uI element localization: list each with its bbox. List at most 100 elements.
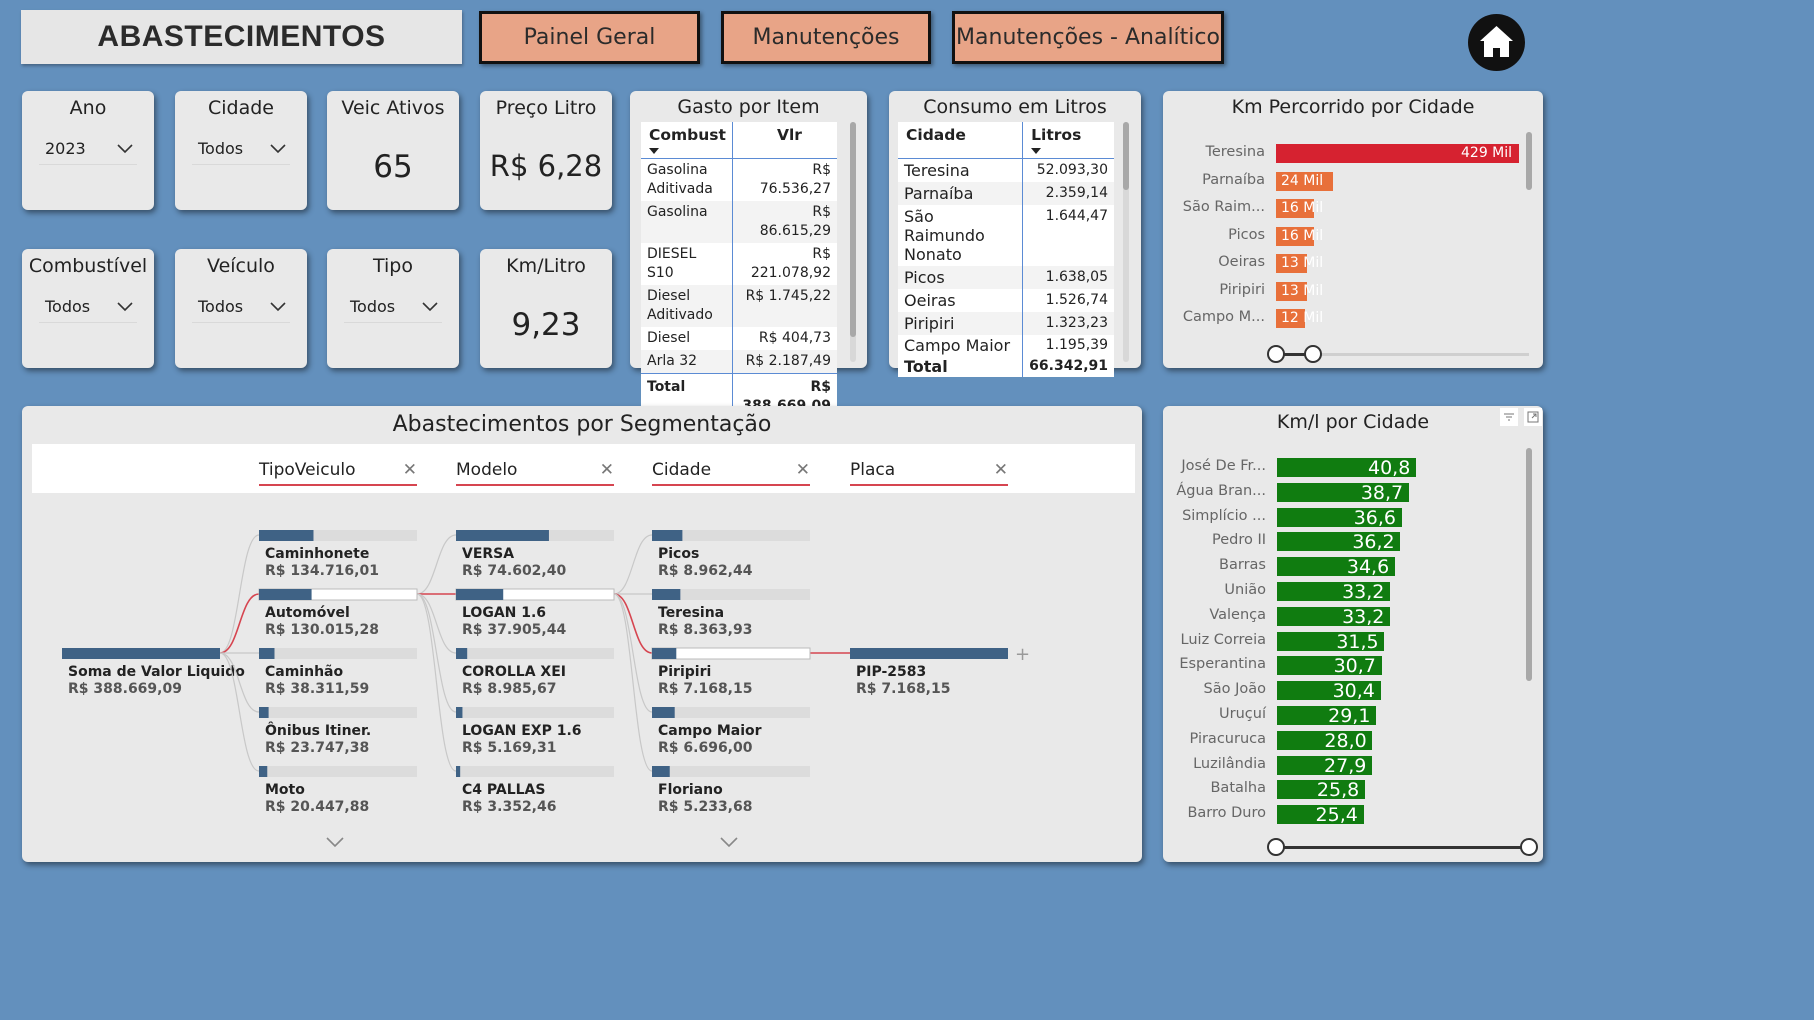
node-bar[interactable] (652, 648, 677, 659)
tree-connector (613, 593, 653, 713)
node-bar[interactable] (652, 589, 681, 600)
node-label: Ônibus Itiner. (265, 721, 371, 739)
kml-bar-label: São João (1203, 681, 1266, 698)
kml-bar-label: Luzilândia (1193, 755, 1266, 772)
node-label: Caminhonete (265, 546, 369, 562)
kml-bar-value: 40,8 (1368, 457, 1411, 479)
node-value: R$ 8.962,44 (658, 563, 753, 579)
node-label: Moto (265, 782, 305, 798)
node-value: R$ 20.447,88 (265, 799, 369, 815)
kml-bar-label: Barras (1219, 557, 1266, 574)
kml-bar-label: Barro Duro (1187, 805, 1266, 822)
node-bar[interactable] (456, 766, 461, 777)
chevron-down-icon[interactable] (326, 837, 344, 848)
node-bar[interactable] (652, 707, 675, 718)
kml-bar-label: União (1224, 582, 1266, 598)
tree-connector (416, 593, 457, 772)
range-slider-handle-start[interactable] (1267, 838, 1285, 856)
node-value: R$ 130.015,28 (265, 622, 379, 638)
node-bar[interactable] (456, 530, 549, 541)
node-label: Piripiri (658, 664, 711, 680)
node-label: Picos (658, 546, 699, 562)
node-value: R$ 8.363,93 (658, 622, 752, 638)
node-bar[interactable] (652, 530, 683, 541)
kml-bar-value: 33,2 (1342, 605, 1385, 628)
node-value: R$ 134.716,01 (265, 563, 379, 579)
node-label: Caminhão (265, 664, 343, 680)
tree-connector (219, 534, 260, 654)
kml-bar-value: 30,4 (1332, 680, 1375, 703)
node-bar[interactable] (456, 707, 463, 718)
kml-bar-value: 25,8 (1316, 779, 1360, 802)
filter-icon[interactable] (1500, 408, 1518, 426)
kml-bar-value: 36,2 (1352, 531, 1395, 554)
root-label: Soma de Valor Liquido (68, 664, 245, 680)
kml-cidade-title: Km/l por Cidade (1276, 411, 1430, 433)
node-value: R$ 7.168,15 (658, 681, 752, 697)
chevron-down-icon[interactable] (720, 837, 738, 848)
range-slider-track[interactable] (1276, 846, 1529, 849)
kml-cidade-chart-card: Km/l por Cidade José De Fr... 40,8 Água Br… (1163, 406, 1543, 862)
scrollbar-thumb[interactable] (1526, 448, 1532, 681)
kml-bar-label: Pedro II (1211, 532, 1266, 549)
kml-bar-label: Esperantina (1179, 656, 1266, 673)
kml-bar-value: 25,4 (1315, 804, 1358, 827)
focus-mode-icon[interactable] (1524, 408, 1542, 426)
node-bar[interactable] (456, 589, 504, 600)
kml-bar-label: Água Bran... (1176, 482, 1266, 499)
kml-bar-label: Batalha (1210, 780, 1266, 797)
node-value: R$ 23.747,38 (265, 740, 369, 756)
node-label: Floriano (658, 782, 723, 798)
node-bar[interactable] (259, 648, 275, 659)
node-bar[interactable] (456, 648, 468, 659)
kml-bar-value: 36,6 (1353, 506, 1396, 529)
node-bar-track (652, 766, 810, 777)
node-bar[interactable] (259, 589, 312, 600)
kml-bar-value: 33,2 (1342, 581, 1385, 603)
node-value: R$ 3.352,46 (462, 799, 556, 815)
root-bar[interactable] (62, 648, 220, 659)
node-bar[interactable] (259, 766, 268, 777)
tree-connector (613, 593, 653, 772)
node-value: R$ 5.169,31 (462, 740, 556, 756)
expand-plus-icon[interactable]: + (1015, 644, 1030, 665)
kml-bar-value: 30,7 (1333, 655, 1376, 678)
kml-bar-label: Piracuruca (1189, 730, 1266, 747)
node-value: R$ 7.168,15 (856, 681, 950, 697)
kml-bar-label: José De Fr... (1181, 458, 1266, 474)
node-bar-track (259, 707, 417, 718)
node-bar-track (259, 648, 417, 659)
tree-connector (416, 593, 457, 654)
node-bar-track (456, 648, 614, 659)
tree-connector (416, 593, 457, 713)
kml-bar-value: 28,0 (1324, 729, 1367, 752)
node-bar[interactable] (259, 707, 269, 718)
tree-connector (219, 593, 260, 654)
tree-connector (416, 534, 457, 595)
node-value: R$ 74.602,40 (462, 563, 566, 579)
node-label: C4 PALLAS (462, 782, 545, 798)
node-label: Teresina (658, 605, 724, 621)
node-bar-track (456, 707, 614, 718)
range-slider-handle-end[interactable] (1520, 838, 1538, 856)
node-label: LOGAN 1.6 (462, 605, 546, 621)
kml-bar-value: 27,9 (1324, 754, 1367, 777)
node-label: VERSA (462, 546, 514, 562)
node-label: COROLLA XEI (462, 664, 566, 680)
node-value: R$ 6.696,00 (658, 740, 753, 756)
node-bar[interactable] (259, 530, 314, 541)
node-label: LOGAN EXP 1.6 (462, 723, 582, 739)
root-value: R$ 388.669,09 (68, 681, 182, 697)
node-label: Automóvel (265, 605, 350, 621)
tree-connector (613, 593, 653, 654)
scrollbar[interactable] (1526, 448, 1532, 681)
node-value: R$ 37.905,44 (462, 622, 566, 638)
node-bar[interactable] (652, 766, 670, 777)
tree-connector (219, 652, 260, 713)
node-bar-track (652, 707, 810, 718)
node-label: PIP-2583 (856, 664, 926, 680)
node-value: R$ 5.233,68 (658, 799, 752, 815)
node-bar[interactable] (850, 648, 1008, 659)
node-bar-track (456, 766, 614, 777)
kml-bar-label: Simplício ... (1182, 507, 1266, 524)
